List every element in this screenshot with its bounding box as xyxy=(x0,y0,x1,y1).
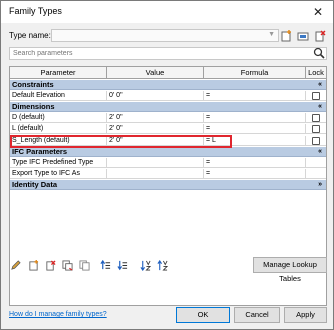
parameter-formula[interactable]: = xyxy=(204,113,306,123)
table-row: S_Length (default) 2' 0" = L xyxy=(10,136,326,146)
search-input[interactable] xyxy=(11,48,311,59)
type-name-row: Type name: ▼ xyxy=(9,29,327,43)
apply-button[interactable]: Apply xyxy=(284,307,327,323)
sort-descending-icon[interactable] xyxy=(156,259,168,271)
parameter-formula[interactable]: = xyxy=(204,169,306,179)
type-name-dropdown[interactable]: ▼ xyxy=(51,29,279,42)
search-bar xyxy=(9,47,327,60)
delete-parameter-icon[interactable] xyxy=(44,259,56,271)
lock-checkbox[interactable] xyxy=(312,92,320,100)
parameter-name: D (default) xyxy=(10,113,107,123)
collapse-icon[interactable]: « xyxy=(318,147,322,157)
collapse-icon[interactable]: « xyxy=(318,102,322,112)
parameter-value[interactable]: 2' 0" xyxy=(107,113,204,123)
parameter-formula[interactable]: = xyxy=(204,158,306,168)
column-header-parameter[interactable]: Parameter xyxy=(10,67,107,79)
parameter-name: Export Type to IFC As xyxy=(10,169,107,179)
column-header-lock[interactable]: Lock xyxy=(306,67,326,79)
new-type-icon[interactable] xyxy=(279,29,293,42)
rename-type-icon[interactable] xyxy=(296,29,310,42)
chevron-down-icon: ▼ xyxy=(268,31,275,38)
table-row: Default Elevation 0' 0" = xyxy=(10,91,326,101)
group-dimensions[interactable]: Dimensions « xyxy=(10,102,326,112)
column-header-value[interactable]: Value xyxy=(107,67,204,79)
parameter-name: L (default) xyxy=(10,124,107,134)
ok-button[interactable]: OK xyxy=(176,307,230,323)
manage-lookup-tables-button[interactable]: Manage Lookup Tables xyxy=(253,257,327,283)
search-icon[interactable] xyxy=(313,47,325,59)
shared-parameter-icon[interactable] xyxy=(61,259,73,271)
sort-ascending-icon[interactable] xyxy=(139,259,151,271)
group-label: Dimensions xyxy=(12,102,55,111)
group-label: Constraints xyxy=(12,80,54,89)
parameter-formula[interactable]: = L xyxy=(204,136,306,146)
parameter-value[interactable]: 2' 0" xyxy=(107,136,204,146)
lock-checkbox[interactable] xyxy=(312,137,320,145)
parameter-value[interactable] xyxy=(107,158,204,168)
table-row: Export Type to IFC As = xyxy=(10,169,326,179)
family-types-dialog: Family Types ✕ Type name: ▼ Parameter Va… xyxy=(0,0,334,330)
parameter-name: Default Elevation xyxy=(10,91,107,101)
table-row: L (default) 2' 0" = xyxy=(10,124,326,134)
group-identity-data[interactable]: Identity Data » xyxy=(10,180,326,190)
lock-checkbox[interactable] xyxy=(312,114,320,122)
title-bar: Family Types ✕ xyxy=(1,1,333,23)
column-header-formula[interactable]: Formula xyxy=(204,67,306,79)
collapse-icon[interactable]: « xyxy=(318,80,322,90)
table-row: Type IFC Predefined Type = xyxy=(10,158,326,168)
parameter-formula[interactable]: = xyxy=(204,124,306,134)
group-constraints[interactable]: Constraints « xyxy=(10,80,326,90)
parameter-value[interactable] xyxy=(107,169,204,179)
help-link[interactable]: How do I manage family types? xyxy=(9,311,107,318)
expand-icon[interactable]: » xyxy=(318,180,322,190)
grid-header: Parameter Value Formula Lock xyxy=(10,67,326,79)
parameter-value[interactable]: 0' 0" xyxy=(107,91,204,101)
group-label: Identity Data xyxy=(12,180,58,189)
new-parameter-icon[interactable] xyxy=(27,259,39,271)
window-title: Family Types xyxy=(9,6,62,16)
move-up-icon[interactable] xyxy=(99,259,111,271)
group-label: IFC Parameters xyxy=(12,147,68,156)
close-icon[interactable]: ✕ xyxy=(309,3,327,21)
parameter-formula[interactable]: = xyxy=(204,91,306,101)
table-row: D (default) 2' 0" = xyxy=(10,113,326,123)
edit-parameter-icon[interactable] xyxy=(9,259,21,271)
parameter-name: Type IFC Predefined Type xyxy=(10,158,107,168)
lock-checkbox[interactable] xyxy=(312,125,320,133)
cancel-button[interactable]: Cancel xyxy=(234,307,280,323)
parameter-name: S_Length (default) xyxy=(10,136,107,146)
group-ifc-parameters[interactable]: IFC Parameters « xyxy=(10,147,326,157)
parameter-value[interactable]: 2' 0" xyxy=(107,124,204,134)
move-down-icon[interactable] xyxy=(116,259,128,271)
copy-parameter-icon[interactable] xyxy=(78,259,90,271)
delete-type-icon[interactable] xyxy=(313,29,327,42)
type-name-label: Type name: xyxy=(9,31,51,40)
